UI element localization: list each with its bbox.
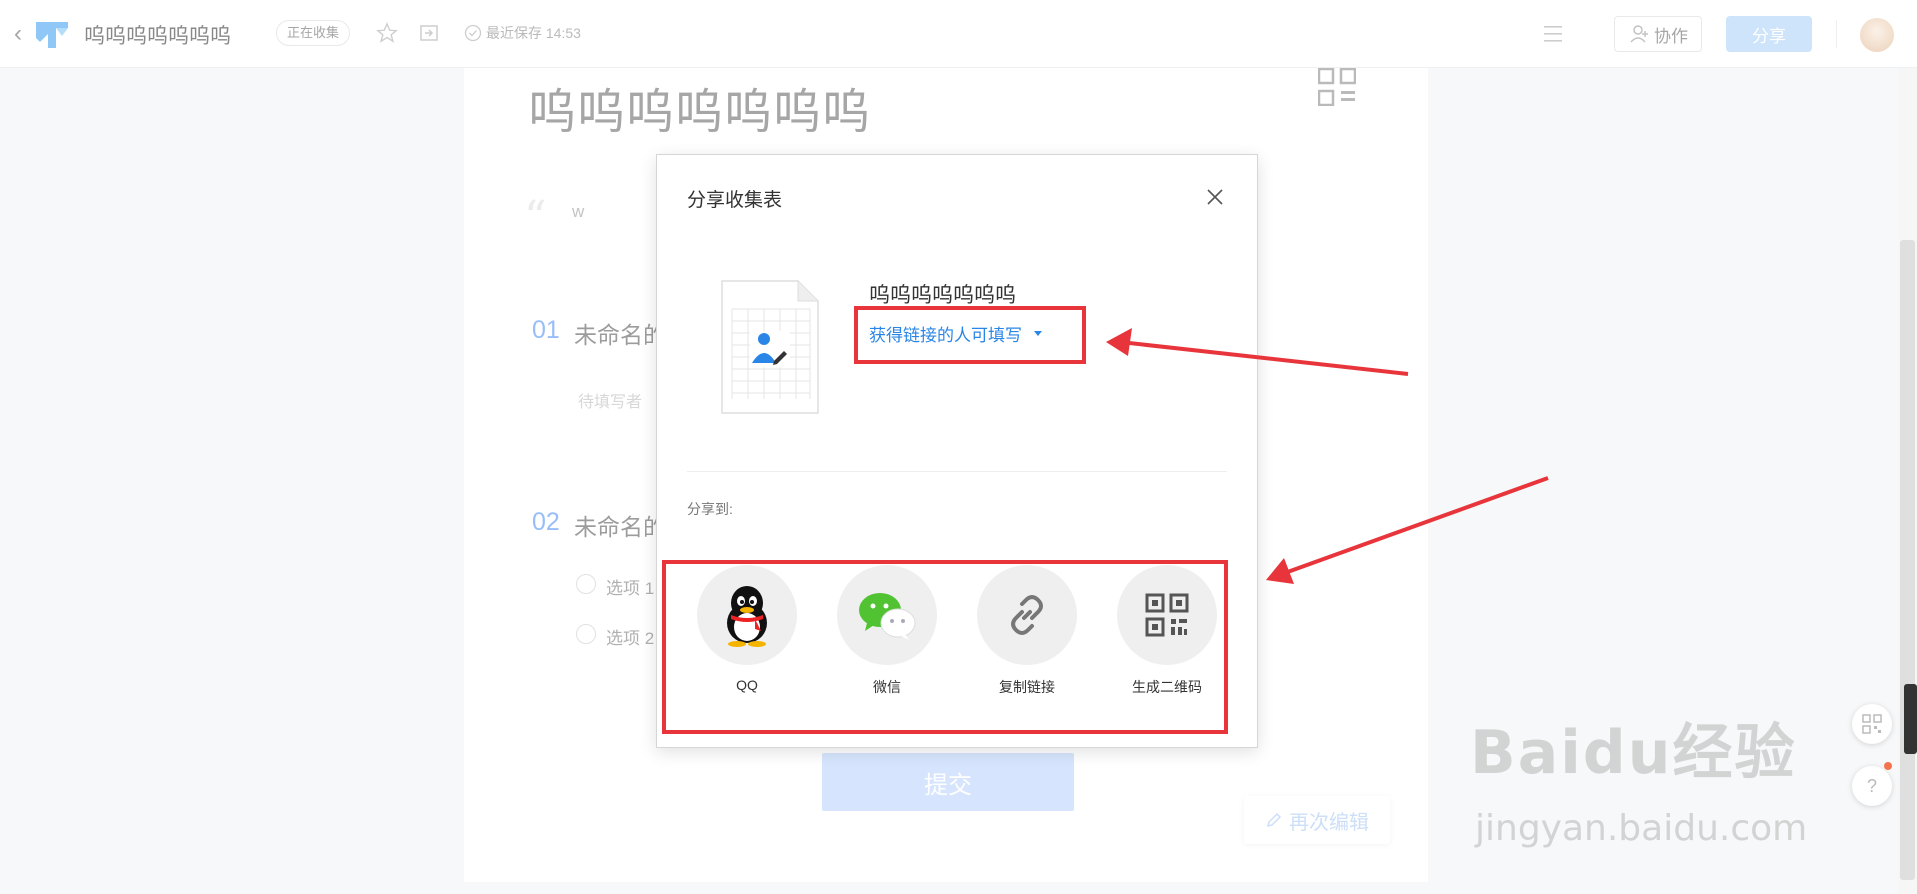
baidu-watermark-url: jingyan.baidu.com [1475, 808, 1808, 849]
baidu-watermark: Baidu经验 [1470, 718, 1797, 788]
